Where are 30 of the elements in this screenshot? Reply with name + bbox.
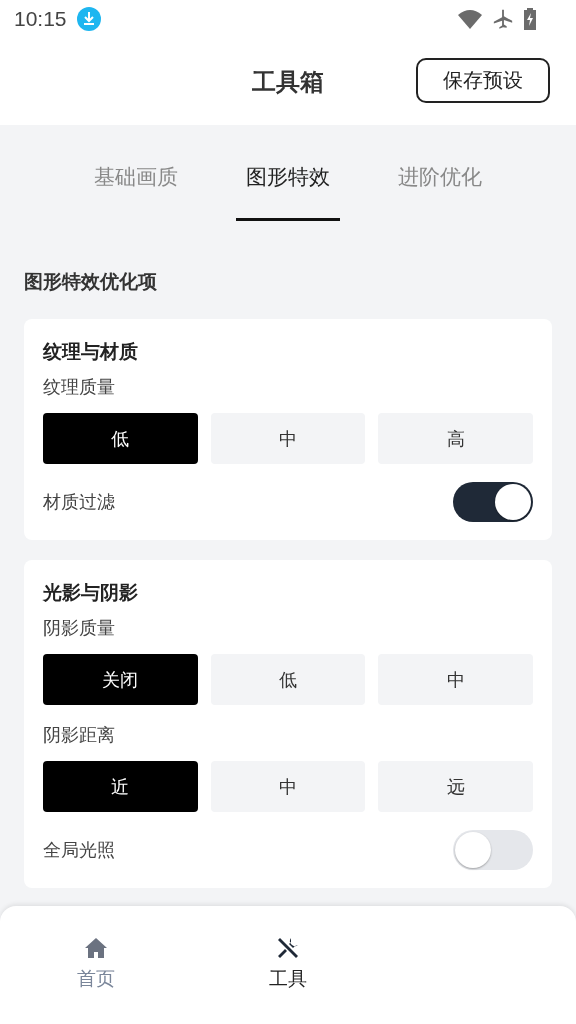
- home-icon: [83, 936, 109, 960]
- option-button[interactable]: 近: [43, 761, 198, 812]
- nav-item[interactable]: 首页: [0, 906, 192, 1024]
- setting-label: 纹理质量: [43, 375, 116, 399]
- setting-label: 阴影质量: [43, 616, 116, 640]
- setting-label: 材质过滤: [43, 490, 115, 514]
- option-button[interactable]: 低: [210, 654, 366, 705]
- wifi-icon: [458, 9, 482, 29]
- option-button[interactable]: 远: [378, 761, 533, 812]
- option-button[interactable]: 低: [43, 413, 198, 464]
- option-button[interactable]: 关闭: [43, 654, 198, 705]
- toggle-switch[interactable]: [453, 482, 533, 522]
- option-button[interactable]: 中: [378, 654, 533, 705]
- toggle-switch[interactable]: [453, 830, 533, 870]
- option-button[interactable]: 中: [210, 761, 366, 812]
- save-preset-button[interactable]: 保存预设: [416, 58, 550, 103]
- airplane-icon: [492, 8, 514, 30]
- setting-label: 阴影距离: [43, 723, 116, 747]
- tab[interactable]: 图形特效: [236, 125, 340, 221]
- option-button[interactable]: 中: [210, 413, 366, 464]
- card-title: 纹理与材质: [43, 339, 139, 364]
- battery-icon: [524, 8, 536, 30]
- setting-label: 全局光照: [43, 838, 115, 862]
- page-title: 工具箱: [252, 66, 324, 98]
- status-time: 10:15: [14, 7, 67, 31]
- section-title: 图形特效优化项: [24, 269, 158, 294]
- nav-item[interactable]: 工具: [192, 906, 384, 1024]
- option-button[interactable]: 高: [378, 413, 533, 464]
- card-title: 光影与阴影: [43, 580, 139, 605]
- download-icon: [76, 7, 101, 31]
